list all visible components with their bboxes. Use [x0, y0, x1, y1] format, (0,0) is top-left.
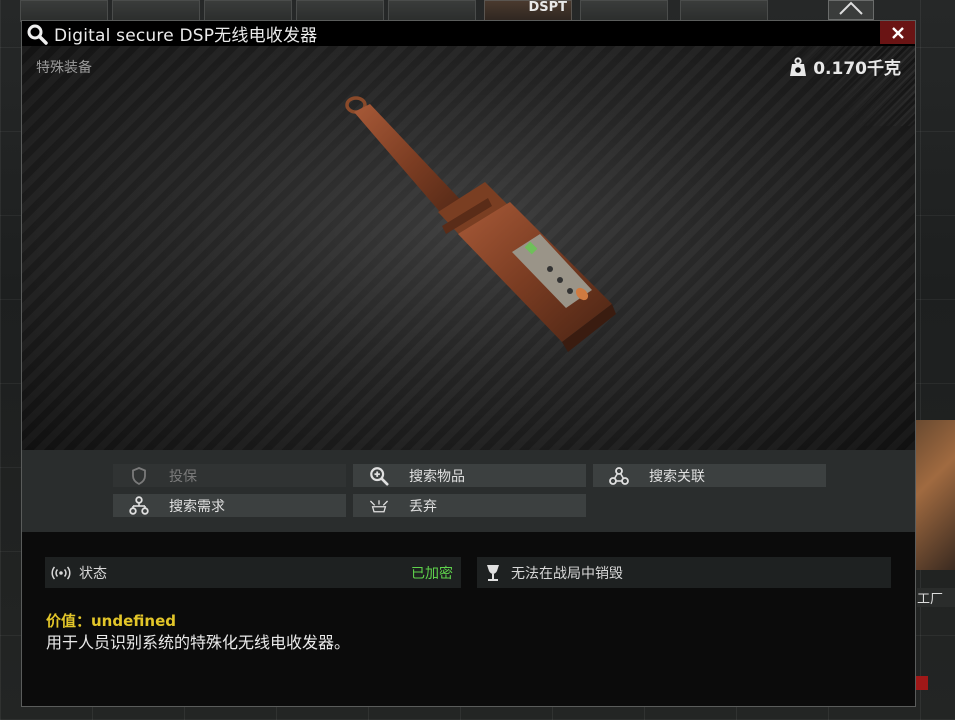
- search-required-label: 搜索需求: [169, 498, 225, 515]
- weight-icon: [790, 56, 807, 76]
- discard-button[interactable]: 丢弃: [353, 494, 586, 517]
- background-collapse-button[interactable]: [828, 0, 874, 20]
- inventory-item-dspt[interactable]: DSPT: [484, 0, 572, 22]
- indestructible-label: 无法在战局中销毁: [511, 565, 623, 582]
- item-description: 用于人员识别系统的特殊化无线电收发器。: [46, 633, 351, 652]
- status-label: 状态: [79, 565, 107, 582]
- inventory-slot[interactable]: [20, 0, 108, 22]
- inventory-slot[interactable]: [112, 0, 200, 22]
- chevron-up-icon: [839, 1, 863, 15]
- search-plus-icon: [369, 466, 389, 486]
- item-value: 价值：undefined: [46, 612, 176, 630]
- discard-label: 丢弃: [409, 498, 437, 515]
- background-item-preview[interactable]: [916, 420, 955, 570]
- shield-icon: [129, 466, 149, 486]
- item-short-label: DSPT: [528, 0, 567, 15]
- search-linked-button[interactable]: 搜索关联: [593, 464, 826, 487]
- search-linked-label: 搜索关联: [649, 468, 705, 485]
- window-titlebar[interactable]: Digital secure DSP无线电收发器: [22, 21, 915, 46]
- link-nodes-icon: [609, 466, 629, 486]
- tree-nodes-icon: [129, 495, 149, 516]
- search-required-button[interactable]: 搜索需求: [113, 494, 346, 517]
- item-3d-viewer[interactable]: 特殊装备 0.170千克: [22, 46, 915, 450]
- item-weight: 0.170千克: [789, 54, 901, 79]
- insure-button[interactable]: 投保: [113, 464, 346, 487]
- inventory-slot[interactable]: [580, 0, 668, 22]
- background-red-marker: [916, 676, 928, 690]
- broadcast-icon: [51, 566, 71, 580]
- action-bar: 投保 搜索物品 搜索关联 搜索需求 丢弃: [22, 450, 915, 532]
- search-item-label: 搜索物品: [409, 468, 465, 485]
- inventory-slot[interactable]: [204, 0, 292, 22]
- discard-icon: [369, 496, 389, 516]
- transceiver-image: [345, 96, 616, 352]
- magnifier-icon: [26, 23, 48, 45]
- weight-value: 0.170千克: [813, 59, 901, 79]
- inventory-slot[interactable]: [388, 0, 476, 22]
- indestructible-row: 无法在战局中销毁: [477, 557, 891, 588]
- inventory-slot[interactable]: [296, 0, 384, 22]
- status-value: 已加密: [411, 565, 453, 582]
- search-item-button[interactable]: 搜索物品: [353, 464, 586, 487]
- inventory-slot[interactable]: [680, 0, 768, 22]
- insure-label: 投保: [169, 468, 197, 485]
- item-inspect-window: Digital secure DSP无线电收发器 特殊装备 0.170千克 投保…: [21, 20, 916, 707]
- status-row: 状态 已加密: [45, 557, 461, 588]
- background-location-label: 工厂: [917, 588, 955, 607]
- item-category: 特殊装备: [36, 60, 92, 76]
- window-title: Digital secure DSP无线电收发器: [54, 26, 318, 46]
- close-button[interactable]: [880, 21, 915, 44]
- close-icon: [891, 26, 904, 39]
- goblet-icon: [485, 564, 501, 582]
